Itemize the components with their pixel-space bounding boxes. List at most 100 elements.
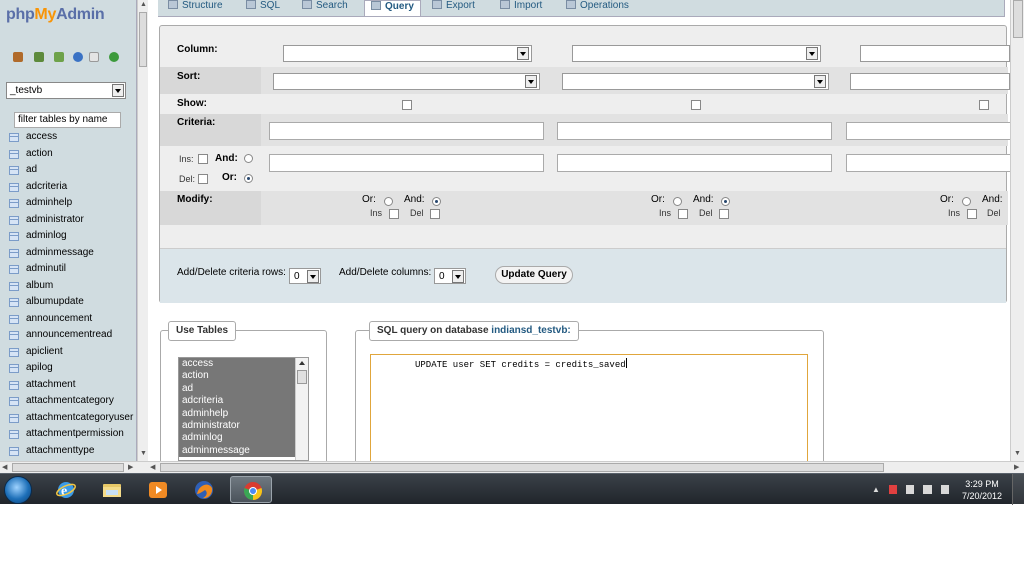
table-list-item[interactable]: attachmentcategoryuser (0, 411, 136, 426)
phpmyadmin-logo[interactable]: phpMyAdmin (6, 6, 105, 24)
clock[interactable]: 3:29 PM 7/20/2012 (962, 478, 1002, 502)
show-checkbox-1[interactable] (402, 100, 412, 110)
table-list-item[interactable]: album (0, 279, 136, 294)
table-list-item[interactable]: adminmessage (0, 246, 136, 261)
table-list-item[interactable]: action (0, 147, 136, 162)
table-name[interactable]: announcementread (26, 329, 112, 340)
use-table-option[interactable]: adminmessage (179, 444, 295, 458)
table-icon[interactable] (9, 347, 19, 357)
or-radio[interactable] (244, 174, 253, 183)
listbox-scrollbar[interactable] (295, 358, 308, 460)
table-list-item[interactable]: attachmenttype (0, 444, 136, 459)
table-icon[interactable] (9, 364, 19, 373)
table-list-item[interactable]: apiclient (0, 345, 136, 360)
table-icon[interactable] (9, 265, 19, 274)
table-list-item[interactable]: announcementread (0, 328, 136, 343)
help-icon[interactable] (73, 52, 83, 62)
table-list-item[interactable]: attachment (0, 378, 136, 393)
query-window-icon[interactable] (54, 52, 64, 62)
start-button[interactable] (4, 476, 32, 504)
use-table-option[interactable]: action (179, 370, 295, 383)
taskbar-chrome[interactable] (230, 476, 272, 503)
table-list-item[interactable]: access (0, 130, 136, 145)
main-horizontal-scrollbar[interactable]: ◀ ▶ (148, 461, 1024, 473)
column-select-3[interactable] (860, 45, 1010, 62)
reload-icon[interactable] (109, 52, 119, 62)
criteria-rows-select[interactable]: 0 (289, 268, 321, 284)
table-icon[interactable] (9, 232, 19, 241)
tab-export[interactable]: Export (432, 0, 475, 16)
tab-query[interactable]: Query (364, 0, 421, 16)
volume-icon[interactable] (941, 485, 949, 494)
table-icon[interactable] (9, 446, 19, 456)
taskbar-internet-explorer[interactable]: e (44, 476, 86, 503)
network-icon[interactable] (923, 485, 932, 494)
filter-tables-input[interactable]: filter tables by name (14, 112, 121, 128)
table-icon[interactable] (9, 182, 19, 192)
modify-and-radio-2[interactable] (721, 197, 730, 206)
table-name[interactable]: apilog (26, 362, 53, 373)
table-icon[interactable] (9, 397, 19, 406)
table-list-item[interactable]: adcriteria (0, 180, 136, 195)
table-list-item[interactable]: attachmentpermission (0, 427, 136, 442)
logout-icon[interactable] (34, 52, 44, 62)
table-name[interactable]: adcriteria (26, 181, 67, 192)
modify-del-checkbox-1[interactable] (430, 209, 440, 219)
taskbar-firefox[interactable] (182, 476, 224, 503)
table-icon[interactable] (9, 215, 19, 225)
tab-structure[interactable]: Structure (168, 0, 223, 16)
use-table-option[interactable]: adminhelp (179, 407, 295, 420)
home-icon[interactable] (13, 52, 23, 62)
modify-ins-checkbox-1[interactable] (389, 209, 399, 219)
table-icon[interactable] (9, 281, 19, 291)
scroll-up-icon[interactable] (299, 361, 305, 365)
database-link[interactable]: indiansd_testvb: (491, 325, 570, 336)
table-name[interactable]: administrator (26, 214, 84, 225)
table-name[interactable]: adminlog (26, 230, 67, 241)
table-list-item[interactable]: adminlog (0, 229, 136, 244)
table-icon[interactable] (9, 133, 19, 142)
show-hidden-icons-icon[interactable]: ▲ (872, 485, 880, 494)
show-checkbox-3[interactable] (979, 100, 989, 110)
modify-or-radio-1[interactable] (384, 197, 393, 206)
sort-select-2[interactable] (562, 73, 829, 90)
column-select-1[interactable] (283, 45, 532, 62)
sort-select-3[interactable] (850, 73, 1010, 90)
table-icon[interactable] (9, 331, 19, 340)
use-table-option[interactable]: adminlog (179, 432, 295, 445)
table-icon[interactable] (9, 380, 19, 390)
table-icon[interactable] (9, 413, 19, 423)
taskbar-windows-explorer[interactable] (90, 476, 132, 503)
table-icon[interactable] (9, 248, 19, 258)
table-list-item[interactable]: adminhelp (0, 196, 136, 211)
table-name[interactable]: announcement (26, 313, 92, 324)
show-desktop-button[interactable] (1012, 474, 1024, 505)
ins-checkbox[interactable] (198, 154, 208, 164)
table-name[interactable]: album (26, 280, 53, 291)
table-list-item[interactable]: announcement (0, 312, 136, 327)
tab-sql[interactable]: SQL (246, 0, 280, 16)
table-name[interactable]: attachmentpermission (26, 428, 124, 439)
use-table-option[interactable]: adcriteria (179, 395, 295, 408)
table-name[interactable]: adminhelp (26, 197, 72, 208)
left-horizontal-scrollbar[interactable]: ◀ ▶ (0, 461, 148, 473)
columns-select[interactable]: 0 (434, 268, 466, 284)
table-list-item[interactable]: albumupdate (0, 295, 136, 310)
tab-import[interactable]: Import (500, 0, 542, 16)
del-checkbox[interactable] (198, 174, 208, 184)
use-table-option[interactable]: administrator (179, 419, 295, 433)
table-icon[interactable] (9, 166, 19, 175)
docs-icon[interactable] (89, 52, 99, 62)
table-list-item[interactable]: ad (0, 163, 136, 178)
criteria-row2-input-3[interactable] (846, 154, 1010, 172)
modify-or-radio-2[interactable] (673, 197, 682, 206)
modify-ins-checkbox-3[interactable] (967, 209, 977, 219)
table-icon[interactable] (9, 199, 19, 208)
modify-ins-checkbox-2[interactable] (678, 209, 688, 219)
modify-or-radio-3[interactable] (962, 197, 971, 206)
table-list-item[interactable]: attachmentcategory (0, 394, 136, 409)
table-icon[interactable] (9, 298, 19, 307)
table-name[interactable]: attachmentcategory (26, 395, 114, 406)
table-name[interactable]: access (26, 131, 57, 142)
tab-search[interactable]: Search (302, 0, 348, 16)
